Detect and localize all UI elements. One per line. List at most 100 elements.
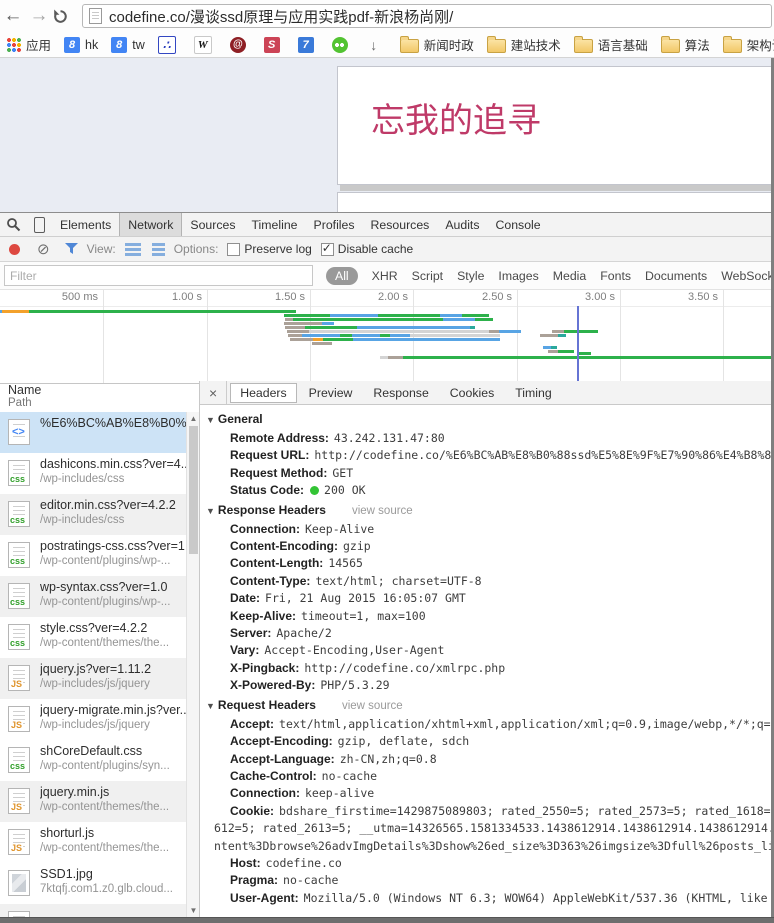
bookmark-item[interactable]: 新闻时政 (400, 35, 474, 54)
device-toolbar-icon[interactable] (26, 213, 52, 236)
network-request-row[interactable]: style.css?ver=4.2.2 /wp-content/themes/t… (0, 617, 186, 658)
bookmark-item[interactable]: 建站技术 (487, 35, 561, 54)
bookmark-item[interactable]: 8 hk (64, 37, 98, 53)
preserve-log-option[interactable]: Preserve log (227, 242, 311, 256)
network-request-row[interactable]: SSD1.jpg 7ktqfj.com1.z0.glb.cloud... (0, 863, 186, 904)
header-key: X-Powered-By: (230, 678, 315, 692)
bookmark-item[interactable]: 应用 (7, 35, 51, 54)
devtools-tab[interactable]: Resources (363, 213, 438, 236)
bookmark-icon: ↓ (366, 37, 382, 53)
record-button[interactable] (9, 244, 20, 255)
headers-tab[interactable]: Response (364, 384, 437, 402)
list-header[interactable]: Name Path (0, 381, 199, 412)
section-request-header[interactable]: ▼Request Headersview source (206, 696, 774, 716)
network-list: Name Path %E6%BC%AB%E8%B0%8... (0, 381, 200, 917)
bookmark-item[interactable] (332, 37, 353, 53)
section-response-header[interactable]: ▼Response Headersview source (206, 501, 774, 521)
header-value: http://codefine.co/%E6%BC%AB%E8%B0%88ssd… (314, 448, 774, 462)
forward-button[interactable]: → (26, 5, 52, 27)
headers-tab[interactable]: Headers (230, 383, 296, 403)
devtools-tab[interactable]: Audits (437, 213, 487, 236)
network-request-row[interactable]: jquery-migrate.min.js?ver... /wp-include… (0, 699, 186, 740)
devtools-tab[interactable]: Network (119, 213, 182, 236)
view-source-link[interactable]: view source (352, 505, 413, 517)
waterfall-bar (285, 326, 475, 329)
bookmark-item[interactable]: S (264, 37, 285, 53)
devtools-tab[interactable]: Profiles (306, 213, 363, 236)
type-filter-button[interactable]: WebSockets (721, 269, 774, 283)
bookmark-item[interactable]: 7 (298, 37, 319, 53)
devtools-tab[interactable]: Sources (182, 213, 243, 236)
type-filter-button[interactable]: All (326, 267, 358, 285)
header-key: Accept: (230, 717, 274, 731)
devtools-tab[interactable]: Timeline (244, 213, 306, 236)
timeline-overview[interactable]: 500 ms 1.00 s 1.50 s 2.00 s (0, 290, 774, 384)
network-request-row[interactable]: shorturl.js /wp-content/themes/the... (0, 822, 186, 863)
search-icon[interactable] (0, 213, 26, 236)
clear-icon[interactable]: ⊘ (37, 240, 50, 258)
bookmark-item[interactable]: 架构设计 (723, 35, 774, 54)
list-scrollbar[interactable]: ▲ ▼ (186, 412, 199, 917)
grid-line (723, 290, 724, 383)
network-request-row[interactable]: jquery.js?ver=1.11.2 /wp-includes/js/jqu… (0, 658, 186, 699)
headers-tab[interactable]: Timing (506, 384, 560, 402)
type-filter-buttons: All XHR Script Style Images (326, 262, 774, 289)
network-request-row[interactable]: editor.min.css?ver=4.2.2 /wp-includes/cs… (0, 494, 186, 535)
devtools-tab[interactable]: Console (488, 213, 549, 236)
bookmark-item[interactable]: 8 tw (111, 37, 145, 53)
disable-cache-option[interactable]: Disable cache (321, 242, 413, 256)
reload-icon (52, 8, 69, 25)
bookmark-item[interactable]: 算法 (661, 35, 710, 54)
scroll-thumb[interactable] (189, 426, 198, 554)
view-compact-icon[interactable] (125, 243, 141, 256)
network-request-row[interactable] (0, 904, 186, 917)
type-filter-button[interactable]: Style (457, 269, 484, 283)
filter-input[interactable] (4, 265, 313, 286)
disable-cache-checkbox[interactable] (321, 243, 334, 256)
type-filter-button[interactable]: XHR (372, 269, 398, 283)
network-request-row[interactable]: wp-syntax.css?ver=1.0 /wp-content/plugin… (0, 576, 186, 617)
bookmark-item[interactable]: ↓ (366, 37, 387, 53)
bookmark-item[interactable]: ∴ (158, 36, 181, 54)
header-value: codefine.co (266, 856, 342, 870)
close-icon[interactable]: × (200, 381, 227, 404)
type-filter-button[interactable]: Media (553, 269, 587, 283)
section-general-header[interactable]: ▼General (206, 410, 774, 430)
ruler-tick-text: 1.00 s (172, 291, 202, 303)
type-filter-label: Script (412, 269, 443, 283)
bookmark-item[interactable]: W (194, 36, 217, 54)
request-text: %E6%BC%AB%E8%B0%8... (40, 412, 186, 432)
headers-tab[interactable]: Preview (300, 384, 362, 402)
network-request-row[interactable]: postratings-css.css?ver=1... /wp-content… (0, 535, 186, 576)
network-request-row[interactable]: shCoreDefault.css /wp-content/plugins/sy… (0, 740, 186, 781)
network-request-row[interactable]: dashicons.min.css?ver=4.... /wp-includes… (0, 453, 186, 494)
devtools-tab[interactable]: Elements (52, 213, 119, 236)
request-text: postratings-css.css?ver=1... /wp-content… (40, 535, 186, 567)
request-name: shCoreDefault.css (40, 744, 186, 758)
preserve-log-checkbox[interactable] (227, 243, 240, 256)
type-filter-button[interactable]: Images (498, 269, 538, 283)
header-key: Content-Encoding: (230, 539, 338, 553)
type-filter-button[interactable]: Fonts (600, 269, 631, 283)
type-filter-button[interactable]: Documents (645, 269, 707, 283)
url-bar[interactable]: codefine.co/漫谈ssd原理与应用实践pdf-新浪杨尚刚/ (82, 4, 772, 28)
headers-tab[interactable]: Cookies (441, 384, 503, 402)
header-key: Server: (230, 626, 271, 640)
view-waterfall-icon[interactable] (152, 243, 165, 256)
network-request-row[interactable]: jquery.min.js /wp-content/themes/the... (0, 781, 186, 822)
view-source-link[interactable]: view source (342, 700, 403, 712)
grid-line (620, 290, 621, 383)
filter-funnel-icon[interactable] (65, 243, 78, 255)
network-request-row[interactable]: %E6%BC%AB%E8%B0%8... (0, 412, 186, 453)
status-dot (310, 486, 319, 495)
bookmark-label: 应用 (26, 35, 51, 54)
bookmark-item[interactable]: 语言基础 (574, 35, 648, 54)
bookmark-item[interactable]: @ (230, 37, 251, 53)
scroll-up-arrow[interactable]: ▲ (187, 414, 200, 423)
reload-button[interactable] (52, 8, 78, 25)
type-filter-button[interactable]: Script (412, 269, 443, 283)
devtools-tab-label: Timeline (252, 218, 298, 232)
scroll-down-arrow[interactable]: ▼ (187, 906, 200, 915)
header-value: PHP/5.3.29 (320, 678, 389, 692)
back-button[interactable]: ← (0, 5, 26, 27)
